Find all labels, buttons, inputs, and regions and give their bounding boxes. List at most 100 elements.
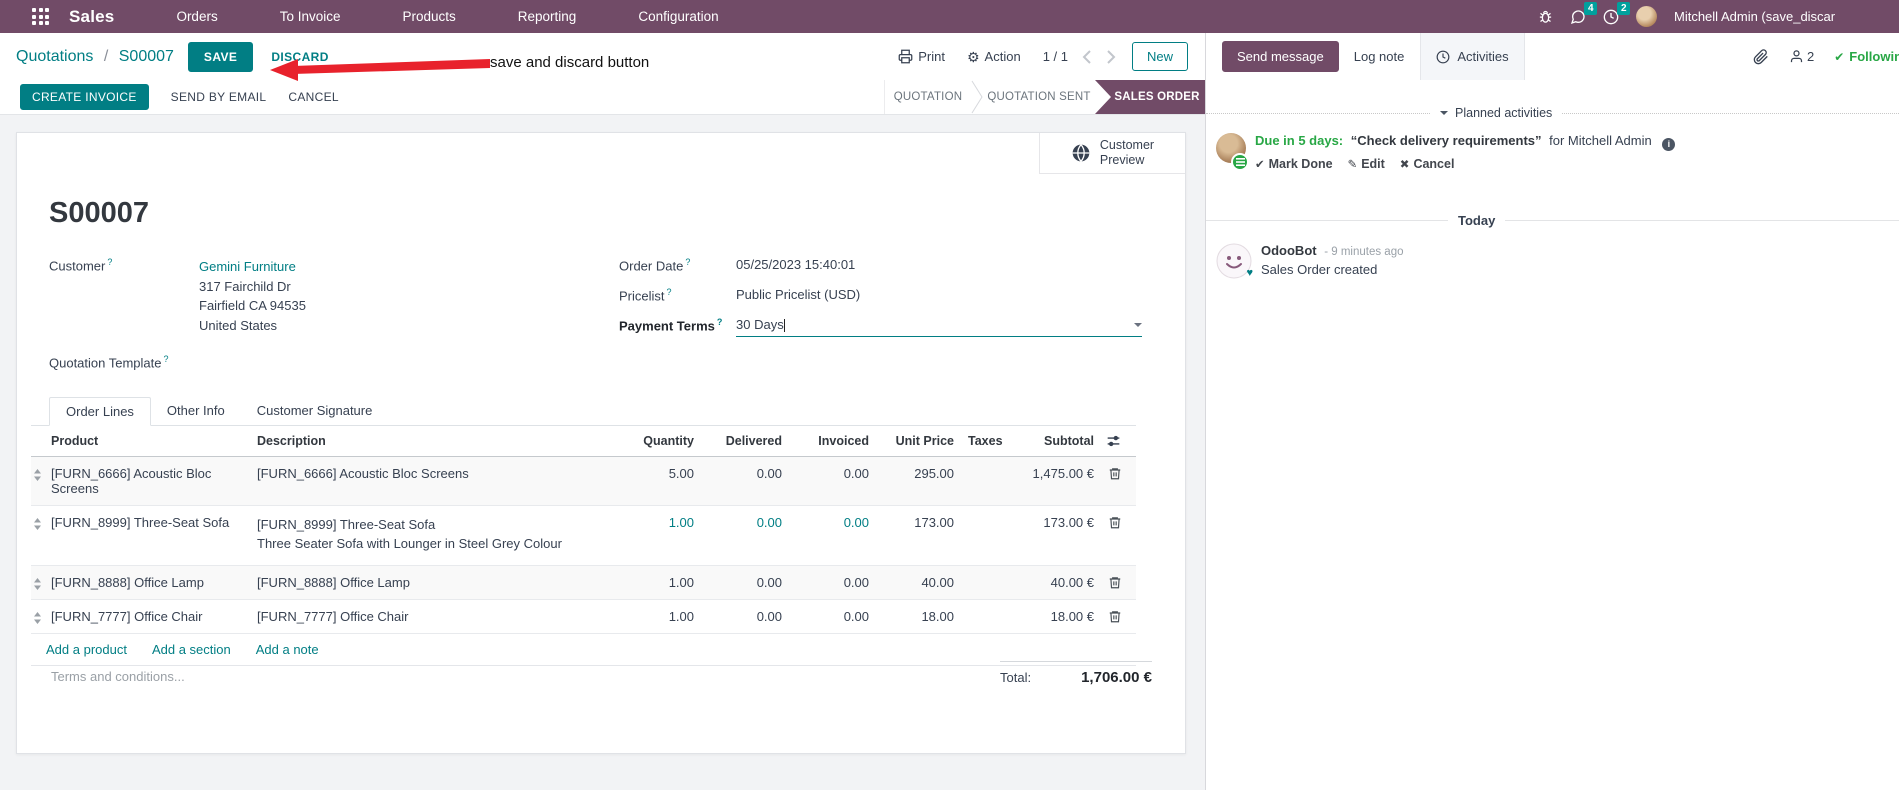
order-date-field[interactable]: 05/25/2023 15:40:01 <box>736 257 1142 272</box>
row-drag-handle[interactable] <box>31 456 45 506</box>
save-button[interactable]: SAVE <box>187 41 254 72</box>
invoiced-column-header[interactable]: Invoiced <box>794 426 881 457</box>
status-step-quotation[interactable]: QUOTATION <box>885 80 971 114</box>
send-message-button[interactable]: Send message <box>1222 41 1339 72</box>
dropdown-caret-icon[interactable] <box>1134 323 1142 331</box>
cancel-activity-button[interactable]: ✖ Cancel <box>1400 157 1455 171</box>
row-drag-handle[interactable] <box>31 599 45 634</box>
new-button[interactable]: New <box>1131 42 1188 71</box>
planned-activities-toggle[interactable]: Planned activities <box>1206 106 1899 120</box>
cell-product[interactable]: [FURN_8999] Three-Seat Sofa <box>45 505 251 566</box>
cell-quantity[interactable]: 1.00 <box>601 505 706 566</box>
row-drag-handle[interactable] <box>31 505 45 566</box>
cell-invoiced[interactable]: 0.00 <box>794 456 881 506</box>
messages-icon[interactable]: 4 <box>1570 1 1597 25</box>
optional-columns-button[interactable] <box>1106 426 1136 457</box>
add-a-product-link[interactable]: Add a product <box>46 642 127 657</box>
log-note-button[interactable]: Log note <box>1354 49 1405 64</box>
debug-bug-icon[interactable] <box>1538 9 1553 24</box>
add-a-note-link[interactable]: Add a note <box>256 642 319 657</box>
user-name[interactable]: Mitchell Admin (save_discar <box>1674 9 1835 24</box>
description-column-header[interactable]: Description <box>251 426 601 457</box>
cell-taxes[interactable] <box>966 456 1011 506</box>
nav-menu-reporting[interactable]: Reporting <box>518 9 577 24</box>
cell-unit-price[interactable]: 18.00 <box>881 599 966 634</box>
tab-customer-signature[interactable]: Customer Signature <box>241 397 389 425</box>
cell-taxes[interactable] <box>966 505 1011 566</box>
cancel-button[interactable]: CANCEL <box>288 90 338 104</box>
cell-product[interactable]: [FURN_8888] Office Lamp <box>45 565 251 600</box>
pager-previous-icon[interactable] <box>1082 49 1092 64</box>
activities-button[interactable]: Activities <box>1420 33 1525 80</box>
cell-quantity[interactable]: 1.00 <box>601 565 706 600</box>
cell-delivered[interactable]: 0.00 <box>706 599 794 634</box>
breadcrumb-quotations-link[interactable]: Quotations <box>16 48 93 65</box>
product-column-header[interactable]: Product <box>45 426 251 457</box>
quantity-column-header[interactable]: Quantity <box>601 426 706 457</box>
user-avatar[interactable] <box>1636 6 1657 27</box>
terms-placeholder[interactable]: Terms and conditions... <box>51 669 185 684</box>
print-button[interactable]: Print <box>898 49 945 64</box>
edit-activity-button[interactable]: ✎ Edit <box>1348 157 1385 171</box>
delete-row-button[interactable] <box>1106 599 1136 634</box>
table-row[interactable]: [FURN_8999] Three-Seat Sofa [FURN_8999] … <box>31 505 1136 566</box>
paperclip-icon[interactable] <box>1753 48 1769 65</box>
cell-unit-price[interactable]: 295.00 <box>881 456 966 506</box>
customer-name-link[interactable]: Gemini Furniture <box>199 257 594 277</box>
nav-menu-configuration[interactable]: Configuration <box>638 9 718 24</box>
subtotal-column-header[interactable]: Subtotal <box>1011 426 1106 457</box>
message-author[interactable]: OdooBot <box>1261 243 1317 258</box>
table-row[interactable]: [FURN_8888] Office Lamp [FURN_8888] Offi… <box>31 565 1136 600</box>
cell-taxes[interactable] <box>966 599 1011 634</box>
taxes-column-header[interactable]: Taxes <box>966 426 1011 457</box>
unit-price-column-header[interactable]: Unit Price <box>881 426 966 457</box>
cell-invoiced[interactable]: 0.00 <box>794 505 881 566</box>
payment-terms-input[interactable]: 30 Days <box>736 317 1142 337</box>
delete-row-button[interactable] <box>1106 456 1136 506</box>
cell-description[interactable]: [FURN_8888] Office Lamp <box>251 565 601 600</box>
customer-preview-button[interactable]: Customer Preview <box>1039 133 1185 174</box>
pricelist-field[interactable]: Public Pricelist (USD) <box>736 287 1142 302</box>
cell-quantity[interactable]: 1.00 <box>601 599 706 634</box>
add-a-section-link[interactable]: Add a section <box>152 642 231 657</box>
cell-invoiced[interactable]: 0.00 <box>794 565 881 600</box>
following-button[interactable]: ✔ Following <box>1834 49 1899 64</box>
create-invoice-button[interactable]: CREATE INVOICE <box>20 84 149 110</box>
cell-description[interactable]: [FURN_6666] Acoustic Bloc Screens <box>251 456 601 506</box>
cell-product[interactable]: [FURN_7777] Office Chair <box>45 599 251 634</box>
mark-done-button[interactable]: ✔ Mark Done <box>1255 157 1333 171</box>
send-by-email-button[interactable]: SEND BY EMAIL <box>171 90 267 104</box>
nav-menu-to-invoice[interactable]: To Invoice <box>280 9 341 24</box>
cell-unit-price[interactable]: 40.00 <box>881 565 966 600</box>
cell-taxes[interactable] <box>966 565 1011 600</box>
action-button[interactable]: ⚙ Action <box>967 49 1021 64</box>
pager-next-icon[interactable] <box>1106 49 1116 64</box>
tab-order-lines[interactable]: Order Lines <box>49 397 151 426</box>
info-icon[interactable]: i <box>1662 137 1676 151</box>
tab-other-info[interactable]: Other Info <box>151 397 241 425</box>
cell-delivered[interactable]: 0.00 <box>706 456 794 506</box>
cell-delivered[interactable]: 0.00 <box>706 505 794 566</box>
activities-clock-icon[interactable]: 2 <box>1603 1 1630 25</box>
cell-description[interactable]: [FURN_8999] Three-Seat Sofa Three Seater… <box>251 505 601 566</box>
followers-button[interactable]: 2 <box>1789 49 1814 64</box>
cell-delivered[interactable]: 0.00 <box>706 565 794 600</box>
nav-menu-orders[interactable]: Orders <box>176 9 217 24</box>
cell-unit-price[interactable]: 173.00 <box>881 505 966 566</box>
delivered-column-header[interactable]: Delivered <box>706 426 794 457</box>
delete-row-button[interactable] <box>1106 565 1136 600</box>
cell-product[interactable]: [FURN_6666] Acoustic Bloc Screens <box>45 456 251 506</box>
cell-quantity[interactable]: 5.00 <box>601 456 706 506</box>
apps-grid-icon[interactable] <box>32 8 49 25</box>
cell-description[interactable]: [FURN_7777] Office Chair <box>251 599 601 634</box>
row-drag-handle[interactable] <box>31 565 45 600</box>
app-name[interactable]: Sales <box>69 7 114 27</box>
status-step-sales-order[interactable]: SALES ORDER <box>1095 80 1205 114</box>
nav-menu-products[interactable]: Products <box>403 9 456 24</box>
table-row[interactable]: [FURN_7777] Office Chair [FURN_7777] Off… <box>31 599 1136 634</box>
breadcrumb-current-record[interactable]: S00007 <box>119 48 174 65</box>
cell-invoiced[interactable]: 0.00 <box>794 599 881 634</box>
status-step-quotation-sent[interactable]: QUOTATION SENT <box>983 80 1095 114</box>
table-row[interactable]: [FURN_6666] Acoustic Bloc Screens [FURN_… <box>31 456 1136 506</box>
delete-row-button[interactable] <box>1106 505 1136 566</box>
